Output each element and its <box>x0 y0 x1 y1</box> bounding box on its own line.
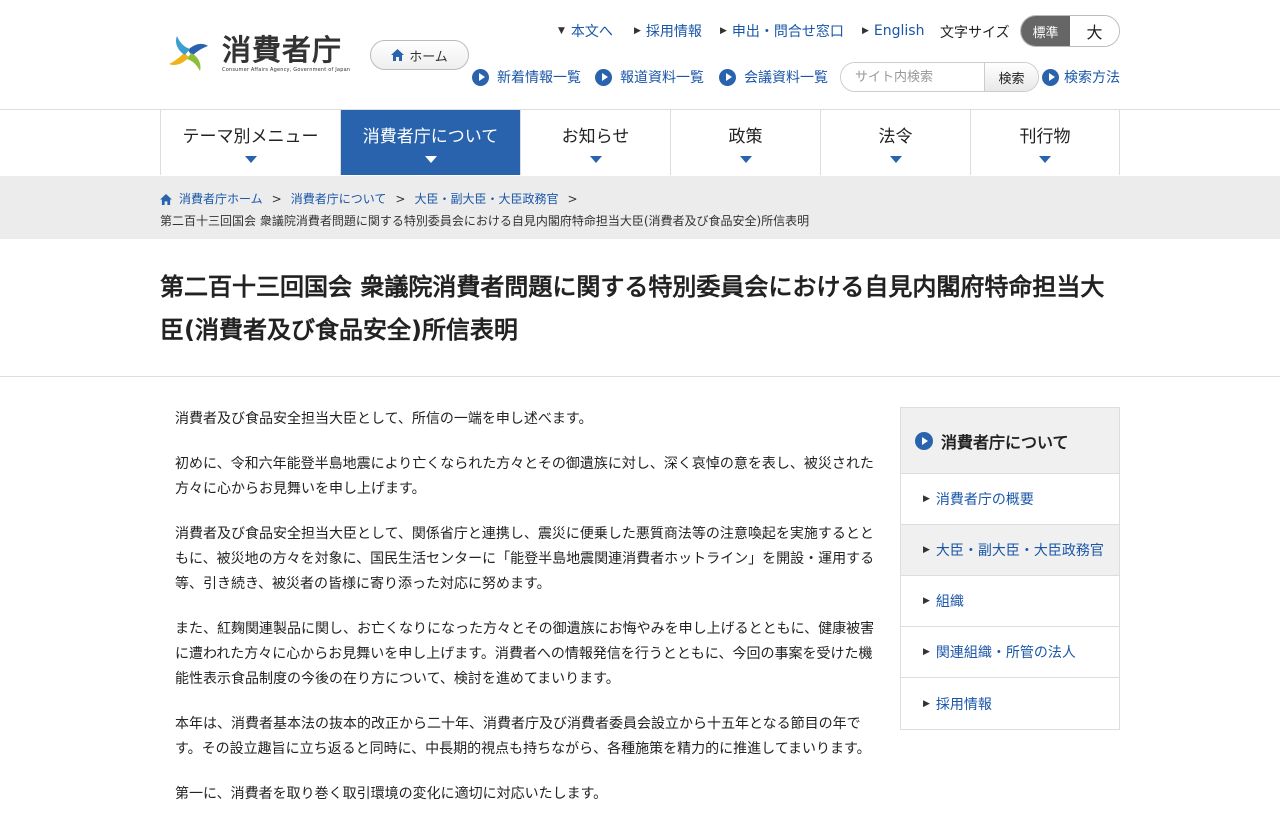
gnav-publications[interactable]: 刊行物 <box>971 110 1120 175</box>
triangle-down-icon: ▼ <box>558 26 565 36</box>
breadcrumb-bar: 消費者庁ホーム > 消費者庁について > 大臣・副大臣・大臣政務官 > 第二百十… <box>0 176 1280 239</box>
gnav-laws[interactable]: 法令 <box>821 110 971 175</box>
chevron-down-icon <box>244 156 257 163</box>
link-label: 検索方法 <box>1064 70 1120 86</box>
body-paragraph: 第一に、消費者を取り巻く取引環境の変化に適切に対応いたします。 <box>175 786 608 802</box>
arrow-circle-icon <box>472 68 489 86</box>
site-logo[interactable]: 消費者庁 Consumer Affairs Agency, Government… <box>160 28 350 80</box>
english-link[interactable]: ▶ English <box>862 22 924 40</box>
sidebar-item-organization[interactable]: ▶ 組織 <box>901 576 1119 627</box>
page-title: 第二百十三回国会 衆議院消費者問題に関する特別委員会における自見内閣府特命担当大… <box>160 273 1105 344</box>
home-button[interactable]: ホーム <box>370 40 469 70</box>
chevron-down-icon <box>1039 156 1051 163</box>
gnav-policy[interactable]: 政策 <box>671 110 821 175</box>
link-label: 報道資料一覧 <box>620 70 704 86</box>
chevron-down-icon <box>739 156 752 163</box>
logo-subtitle: Consumer Affairs Agency, Government of J… <box>222 67 351 73</box>
body-paragraph: 本年は、消費者基本法の抜本的改正から二十年、消費者庁及び消費者委員会設立から十五… <box>175 716 871 757</box>
gnav-theme-menu[interactable]: テーマ別メニュー <box>161 110 341 175</box>
body-paragraph: 消費者及び食品安全担当大臣として、関係省庁と連携し、震災に便乗した悪質商法等の注… <box>175 526 875 592</box>
search-button[interactable]: 検索 <box>984 63 1038 91</box>
chevron-down-icon <box>589 156 602 163</box>
gnav-label: 刊行物 <box>1019 127 1071 147</box>
recruit-link[interactable]: ▶ 採用情報 <box>634 22 702 40</box>
sidebar-item-ministers[interactable]: ▶ 大臣・副大臣・大臣政務官 <box>901 525 1119 576</box>
util-link-label: 採用情報 <box>645 24 702 40</box>
util-link-label: 申出・問合せ窓口 <box>731 24 844 40</box>
gnav-notices[interactable]: お知らせ <box>521 110 671 175</box>
breadcrumb-ministers[interactable]: 大臣・副大臣・大臣政務官 <box>414 188 558 210</box>
press-release-list-link[interactable]: 報道資料一覧 <box>595 67 704 87</box>
gnav-label: 消費者庁について <box>362 127 499 147</box>
meeting-material-list-link[interactable]: 会議資料一覧 <box>719 67 828 87</box>
font-size-toggle: 標準 大 <box>1020 15 1120 47</box>
gnav-label: 政策 <box>728 127 763 147</box>
caa-logo-icon <box>169 36 208 71</box>
arrow-circle-icon <box>719 68 736 86</box>
breadcrumb: 消費者庁ホーム > 消費者庁について > 大臣・副大臣・大臣政務官 > 第二百十… <box>160 188 809 232</box>
main-content: 消費者及び食品安全担当大臣として、所信の一端を申し述べます。 初めに、令和六年能… <box>175 407 880 827</box>
arrow-circle-icon <box>915 431 933 450</box>
sidebar-item-overview[interactable]: ▶ 消費者庁の概要 <box>901 474 1119 525</box>
arrow-circle-icon <box>595 68 612 86</box>
global-nav: テーマ別メニュー 消費者庁について お知らせ 政策 法令 刊行物 <box>160 110 1120 175</box>
home-icon <box>160 193 172 205</box>
chevron-down-icon <box>889 156 902 163</box>
triangle-right-icon: ▶ <box>862 26 869 36</box>
font-size-large-button[interactable]: 大 <box>1070 16 1119 46</box>
sidebar-item-related-orgs[interactable]: ▶ 関連組織・所管の法人 <box>901 627 1119 678</box>
sidebar-item-label: 採用情報 <box>935 696 992 713</box>
inquiry-link[interactable]: ▶ 申出・問合せ窓口 <box>720 22 844 40</box>
font-size-standard-button[interactable]: 標準 <box>1021 16 1070 46</box>
body-paragraph: 初めに、令和六年能登半島地震により亡くなられた方々とその御遺族に対し、深く哀悼の… <box>175 456 874 497</box>
home-icon <box>391 49 405 61</box>
gnav-about-caa[interactable]: 消費者庁について <box>341 110 521 175</box>
news-list-link[interactable]: 新着情報一覧 <box>472 67 581 87</box>
chevron-down-icon <box>424 156 437 163</box>
breadcrumb-separator: > <box>271 192 282 206</box>
link-label: 新着情報一覧 <box>497 70 581 86</box>
home-label: ホーム <box>409 49 448 65</box>
sidebar-heading-label: 消費者庁について <box>941 432 1069 452</box>
site-header: 消費者庁 Consumer Affairs Agency, Government… <box>0 0 1280 110</box>
sidebar: 消費者庁について ▶ 消費者庁の概要 ▶ 大臣・副大臣・大臣政務官 ▶ 組織 ▶… <box>900 407 1120 730</box>
triangle-right-icon: ▶ <box>923 545 930 555</box>
gnav-label: テーマ別メニュー <box>182 127 319 147</box>
breadcrumb-separator: > <box>395 192 406 206</box>
triangle-right-icon: ▶ <box>923 494 930 504</box>
util-link-label: English <box>873 23 925 39</box>
link-label: 会議資料一覧 <box>744 70 828 86</box>
sidebar-item-label: 消費者庁の概要 <box>935 492 1034 508</box>
skip-to-content-link[interactable]: ▼ 本文へ <box>558 22 613 40</box>
triangle-right-icon: ▶ <box>923 698 930 709</box>
breadcrumb-separator: > <box>567 192 578 206</box>
gnav-label: 法令 <box>878 127 913 147</box>
util-link-label: 本文へ <box>570 24 613 40</box>
sidebar-item-recruit[interactable]: ▶ 採用情報 <box>901 678 1119 729</box>
search-help-link[interactable]: 検索方法 <box>1042 67 1120 87</box>
triangle-right-icon: ▶ <box>634 26 641 36</box>
body-paragraph: また、紅麹関連製品に関し、お亡くなりになった方々とその御遺族にお悔やみを申し上げ… <box>175 621 875 687</box>
sidebar-item-label: 関連組織・所管の法人 <box>935 645 1076 661</box>
title-area: 第二百十三回国会 衆議院消費者問題に関する特別委員会における自見内閣府特命担当大… <box>0 239 1280 377</box>
search-input[interactable] <box>841 63 984 91</box>
breadcrumb-home[interactable]: 消費者庁ホーム <box>179 188 263 210</box>
sidebar-heading[interactable]: 消費者庁について <box>901 408 1119 474</box>
breadcrumb-current: 第二百十三回国会 衆議院消費者問題に関する特別委員会における自見内閣府特命担当大… <box>160 214 810 228</box>
arrow-circle-icon <box>1042 68 1059 86</box>
site-search: 検索 <box>840 62 1039 92</box>
triangle-right-icon: ▶ <box>923 596 930 606</box>
breadcrumb-about[interactable]: 消費者庁について <box>291 188 387 210</box>
triangle-right-icon: ▶ <box>923 647 930 657</box>
gnav-label: お知らせ <box>561 127 630 147</box>
triangle-right-icon: ▶ <box>720 26 727 36</box>
sidebar-item-label: 組織 <box>935 594 964 610</box>
logo-name: 消費者庁 <box>222 33 343 67</box>
sidebar-item-label: 大臣・副大臣・大臣政務官 <box>935 543 1104 559</box>
font-size-label: 文字サイズ <box>940 25 1010 41</box>
body-paragraph: 消費者及び食品安全担当大臣として、所信の一端を申し述べます。 <box>175 411 593 427</box>
